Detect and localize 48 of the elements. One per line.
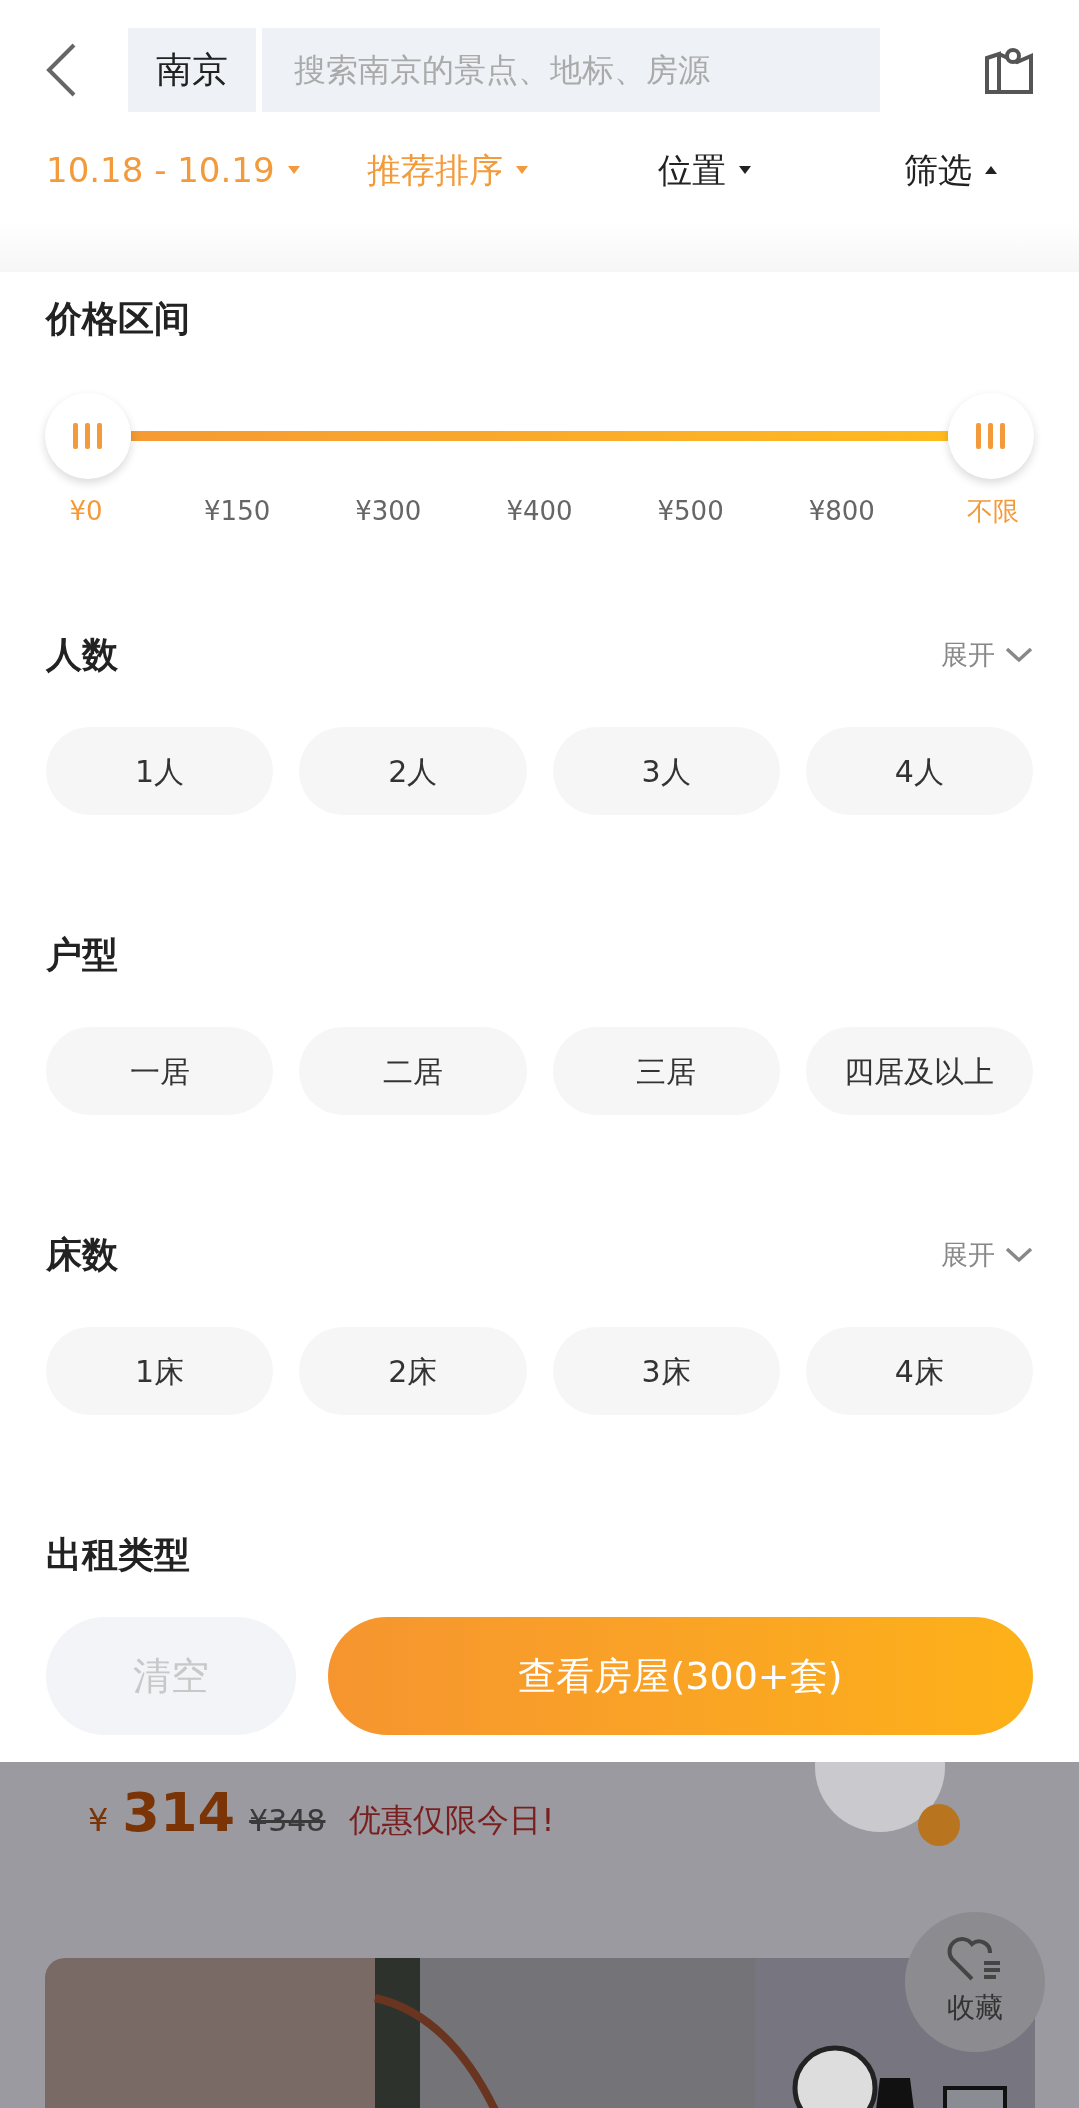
option-chip[interactable]: 2床 [299, 1327, 527, 1415]
section-title: 人数 [46, 633, 118, 677]
option-chip[interactable]: 3人 [552, 727, 780, 815]
section-title: 户型 [46, 933, 118, 977]
expand-toggle[interactable]: 展开 [941, 634, 1033, 676]
expand-toggle[interactable]: 展开 [941, 1234, 1033, 1276]
search-input[interactable]: 搜索南京的景点、地标、房源 [262, 46, 880, 94]
option-chip[interactable]: 二居 [299, 1027, 527, 1115]
section-title: 床数 [46, 1233, 118, 1277]
caret-down-icon [738, 165, 752, 175]
option-chip[interactable]: 4床 [805, 1327, 1033, 1415]
slider-handle[interactable] [948, 393, 1034, 479]
caret-up-icon [984, 165, 998, 175]
option-chip[interactable]: 1床 [46, 1327, 274, 1415]
back-icon[interactable] [44, 42, 78, 98]
price-tick-label: ¥800 [807, 495, 876, 528]
caret-down-icon [515, 165, 529, 175]
city-selector[interactable]: 南京 [128, 28, 256, 112]
chevron-down-icon [1005, 647, 1033, 663]
promo-text: 优惠仅限今日! [349, 1800, 555, 1841]
grip-icon [974, 423, 1008, 449]
section-title: 价格区间 [46, 297, 191, 341]
option-chip[interactable]: 3床 [552, 1327, 780, 1415]
price-tick-label: ¥400 [505, 495, 574, 528]
price-tick-label: ¥150 [203, 495, 272, 528]
price-tick-label: ¥500 [656, 495, 725, 528]
section-title: 出租类型 [46, 1533, 190, 1577]
chevron-down-icon [1005, 1247, 1033, 1263]
listing-price: 314 [122, 1780, 236, 1846]
favorite-button[interactable]: 收藏 [905, 1912, 1045, 2052]
search-field[interactable]: 搜索南京的景点、地标、房源 [262, 28, 880, 112]
option-chip[interactable]: 1人 [46, 727, 274, 815]
option-chip[interactable]: 4人 [805, 727, 1033, 815]
grip-icon [71, 423, 105, 449]
caret-down-icon [286, 165, 301, 175]
filter-tab[interactable]: 筛选 [904, 144, 1033, 196]
option-chip[interactable]: 四居及以上 [805, 1027, 1033, 1115]
currency-symbol: ¥ [88, 1800, 109, 1841]
price-tick-label: ¥300 [354, 495, 423, 528]
price-tick-label: ¥0 [68, 495, 104, 528]
price-tick-label: 不限 [965, 495, 1020, 528]
option-chip[interactable]: 三居 [552, 1027, 780, 1115]
original-price: ¥348 [249, 1802, 326, 1840]
option-chip[interactable]: 2人 [299, 727, 527, 815]
badge-icon [918, 1804, 960, 1846]
option-chip[interactable]: 一居 [46, 1027, 274, 1115]
slider-handle[interactable] [45, 393, 131, 479]
filter-tab[interactable]: 位置 [658, 144, 904, 196]
